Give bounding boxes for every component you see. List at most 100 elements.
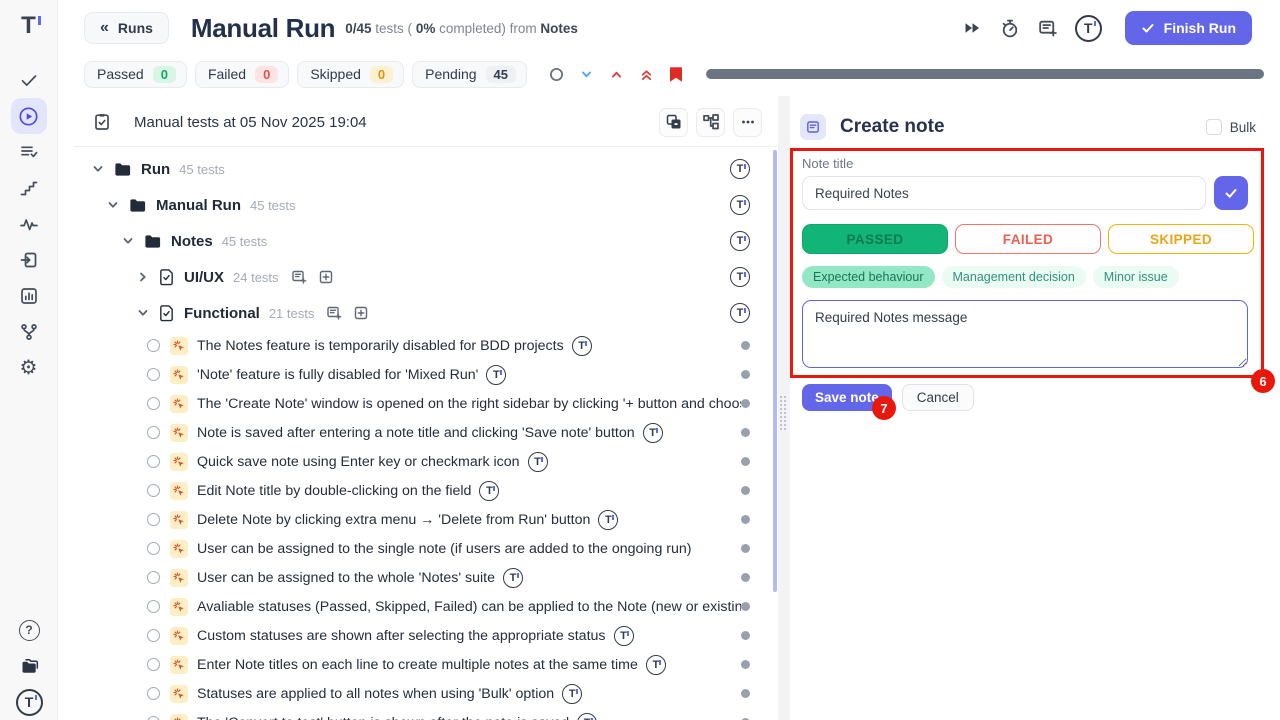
note-tag[interactable]: Management decision: [942, 266, 1086, 288]
sidebar-item-checks[interactable]: [11, 62, 47, 98]
testomat-logo-icon[interactable]: [528, 452, 548, 472]
suite-row[interactable]: Notes 45 tests: [58, 223, 778, 259]
testomat-logo-icon[interactable]: [646, 655, 666, 675]
sidebar-item-settings[interactable]: ⚙: [11, 350, 47, 386]
timer-button[interactable]: [999, 18, 1020, 39]
chevron-down-icon[interactable]: [90, 162, 106, 176]
note-status-button[interactable]: FAILED: [955, 224, 1101, 254]
sidebar-item-help[interactable]: ?: [11, 612, 47, 648]
suite-row[interactable]: Run 45 tests: [58, 151, 778, 187]
sidebar-item-runs[interactable]: [11, 98, 47, 134]
testomat-logo-icon[interactable]: [730, 195, 750, 215]
note-tag[interactable]: Minor issue: [1093, 266, 1179, 288]
note-title-input[interactable]: [802, 176, 1206, 210]
fast-forward-button[interactable]: [962, 18, 982, 38]
test-row[interactable]: The 'Create Note' window is opened on th…: [58, 389, 778, 418]
test-row[interactable]: 'Note' feature is fully disabled for 'Mi…: [58, 360, 778, 389]
test-row[interactable]: Delete Note by clicking extra menu → 'De…: [58, 505, 778, 534]
status-filter-pill[interactable]: Pending 45: [412, 61, 527, 88]
chevron-down-icon[interactable]: [105, 198, 121, 212]
suite-row[interactable]: Manual Run 45 tests: [58, 187, 778, 223]
run-logo-button[interactable]: [1075, 15, 1102, 42]
note-status-button[interactable]: PASSED: [802, 224, 948, 254]
add-note-icon[interactable]: [291, 269, 307, 285]
chevron-down-icon[interactable]: [135, 306, 151, 320]
sidebar-item-analytics[interactable]: [11, 278, 47, 314]
back-to-runs-button[interactable]: « Runs: [84, 12, 169, 44]
test-status-circle[interactable]: [147, 339, 160, 352]
testomat-logo-icon[interactable]: [598, 510, 618, 530]
scroll-up-button[interactable]: [609, 67, 624, 82]
testomat-logo-icon[interactable]: [730, 159, 750, 179]
test-status-circle[interactable]: [147, 455, 160, 468]
sidebar-item-pulse[interactable]: [11, 206, 47, 242]
test-status-circle[interactable]: [147, 716, 160, 720]
bulk-checkbox[interactable]: [1206, 119, 1222, 135]
testomat-logo-icon[interactable]: [643, 423, 663, 443]
testomat-logo-icon[interactable]: [572, 336, 592, 356]
sidebar-item-steps[interactable]: [11, 170, 47, 206]
testomat-logo-icon[interactable]: [730, 303, 750, 323]
test-row[interactable]: User can be assigned to the whole 'Notes…: [58, 563, 778, 592]
test-status-circle[interactable]: [147, 513, 160, 526]
testomat-logo-icon[interactable]: [562, 684, 582, 704]
test-status-circle[interactable]: [147, 629, 160, 642]
note-tag[interactable]: Expected behaviour: [802, 266, 935, 288]
test-status-circle[interactable]: [147, 397, 160, 410]
test-row[interactable]: Custom statuses are shown after selectin…: [58, 621, 778, 650]
app-logo[interactable]: T: [21, 12, 36, 40]
test-status-circle[interactable]: [147, 571, 160, 584]
bulk-toggle[interactable]: Bulk: [1206, 119, 1256, 135]
test-row[interactable]: Avaliable statuses (Passed, Skipped, Fai…: [58, 592, 778, 621]
test-row[interactable]: Enter Note titles on each line to create…: [58, 650, 778, 679]
status-filter-pill[interactable]: Skipped 0: [297, 61, 404, 88]
test-status-circle[interactable]: [147, 687, 160, 700]
test-status-circle[interactable]: [147, 484, 160, 497]
panel-resize-handle[interactable]: [780, 396, 786, 430]
sidebar-item-import[interactable]: [11, 242, 47, 278]
tree-view-button[interactable]: [696, 108, 725, 137]
copy-run-button[interactable]: [659, 108, 688, 137]
suite-row[interactable]: Functional 21 tests: [58, 295, 778, 331]
status-filter-pill[interactable]: Passed 0: [84, 61, 187, 88]
scroll-down-button[interactable]: [579, 67, 594, 82]
test-row[interactable]: User can be assigned to the single note …: [58, 534, 778, 563]
test-row[interactable]: Statuses are applied to all notes when u…: [58, 679, 778, 708]
test-row[interactable]: Note is saved after entering a note titl…: [58, 418, 778, 447]
scroll-top-button[interactable]: [639, 67, 654, 82]
note-status-button[interactable]: SKIPPED: [1108, 224, 1254, 254]
note-message-textarea[interactable]: Required Notes message: [802, 300, 1248, 368]
sidebar-item-projects[interactable]: [11, 648, 47, 684]
filter-circle-button[interactable]: [549, 67, 564, 82]
cancel-button[interactable]: Cancel: [902, 384, 974, 411]
add-note-icon[interactable]: [326, 305, 342, 321]
test-status-circle[interactable]: [147, 426, 160, 439]
testomat-logo-icon[interactable]: [503, 568, 523, 588]
testomat-logo-icon[interactable]: [479, 481, 499, 501]
test-row[interactable]: The 'Convert to test' button is shown af…: [58, 708, 778, 720]
suite-row[interactable]: UI/UX 24 tests: [58, 259, 778, 295]
status-filter-pill[interactable]: Failed 0: [195, 61, 289, 88]
test-row[interactable]: Quick save note using Enter key or check…: [58, 447, 778, 476]
test-row[interactable]: The Notes feature is temporarily disable…: [58, 331, 778, 360]
chevron-down-icon[interactable]: [120, 234, 136, 248]
add-note-button[interactable]: [1037, 18, 1058, 39]
testomat-logo-icon[interactable]: [614, 626, 634, 646]
tree-scrollbar[interactable]: [773, 150, 777, 592]
chevron-right-icon[interactable]: [135, 270, 151, 284]
add-test-icon[interactable]: [353, 305, 369, 321]
finish-run-button[interactable]: Finish Run: [1125, 11, 1252, 45]
test-status-circle[interactable]: [147, 600, 160, 613]
sidebar-item-test-plans[interactable]: [11, 134, 47, 170]
test-status-circle[interactable]: [147, 658, 160, 671]
quick-save-button[interactable]: [1214, 176, 1248, 210]
testomat-logo-icon[interactable]: [577, 713, 597, 720]
add-test-icon[interactable]: [318, 269, 334, 285]
test-row[interactable]: Edit Note title by double-clicking on th…: [58, 476, 778, 505]
more-options-button[interactable]: [733, 108, 762, 137]
testomat-logo-icon[interactable]: [486, 365, 506, 385]
test-status-circle[interactable]: [147, 368, 160, 381]
sidebar-item-account[interactable]: [11, 684, 47, 720]
sidebar-item-branches[interactable]: [11, 314, 47, 350]
test-status-circle[interactable]: [147, 542, 160, 555]
